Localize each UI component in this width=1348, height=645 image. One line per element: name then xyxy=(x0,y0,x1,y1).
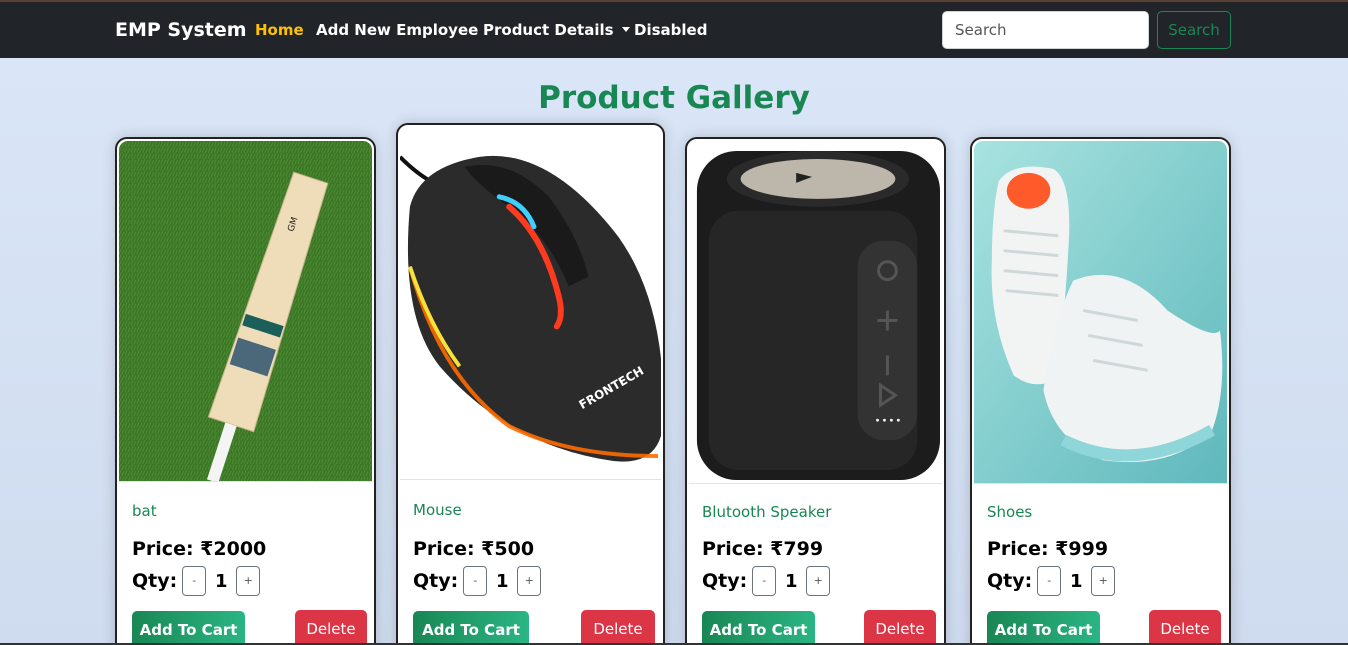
qty-value: 1 xyxy=(1069,570,1083,592)
add-to-cart-button[interactable]: Add To Cart xyxy=(987,611,1100,645)
product-card-mouse: FRONTECH Mouse Price: ₹500 Qty: - 1 + Ad… xyxy=(396,123,665,645)
decrement-button[interactable]: - xyxy=(182,566,207,596)
product-image[interactable]: GM xyxy=(119,141,372,482)
decrement-button[interactable]: - xyxy=(1037,566,1062,596)
nav-dropdown-label: Product Details xyxy=(483,21,614,39)
nav-link-add-new-employee[interactable]: Add New Employee xyxy=(316,21,478,39)
navbar: EMP System Home Add New Employee Product… xyxy=(0,2,1348,58)
product-card-bat: GM bat Price: ₹2000 Qty: - 1 + Add To Ca… xyxy=(115,137,376,645)
nav-dropdown-product-details[interactable]: Product Details xyxy=(483,21,630,39)
brand-logo[interactable]: EMP System xyxy=(115,19,247,41)
cricket-bat-icon: GM xyxy=(119,141,372,481)
qty-value: 1 xyxy=(214,570,228,592)
speaker-icon xyxy=(689,141,942,483)
qty-label: Qty: xyxy=(702,570,748,592)
product-image[interactable] xyxy=(974,141,1227,484)
delete-button[interactable]: Delete xyxy=(1149,610,1221,645)
product-price: Price: ₹999 xyxy=(987,538,1109,560)
mouse-icon: FRONTECH xyxy=(400,127,661,479)
nav-link-disabled[interactable]: Disabled xyxy=(634,21,707,39)
search-input[interactable] xyxy=(942,11,1149,49)
increment-button[interactable]: + xyxy=(806,566,831,596)
qty-label: Qty: xyxy=(987,570,1033,592)
qty-value: 1 xyxy=(784,570,798,592)
product-image[interactable]: FRONTECH xyxy=(400,127,661,480)
qty-label: Qty: xyxy=(132,570,178,592)
add-to-cart-button[interactable]: Add To Cart xyxy=(413,611,529,645)
quantity-stepper: Qty: - 1 + xyxy=(132,566,261,596)
delete-button[interactable]: Delete xyxy=(581,610,655,645)
qty-label: Qty: xyxy=(413,570,459,592)
page-title: Product Gallery xyxy=(538,80,810,116)
product-name: Mouse xyxy=(413,501,462,519)
product-name: Blutooth Speaker xyxy=(702,503,832,521)
product-image[interactable] xyxy=(689,141,942,484)
search-button[interactable]: Search xyxy=(1157,11,1231,49)
quantity-stepper: Qty: - 1 + xyxy=(987,566,1116,596)
product-name: bat xyxy=(132,502,157,520)
increment-button[interactable]: + xyxy=(1091,566,1116,596)
qty-value: 1 xyxy=(495,570,509,592)
increment-button[interactable]: + xyxy=(517,566,542,596)
shoes-icon xyxy=(974,141,1227,483)
add-to-cart-button[interactable]: Add To Cart xyxy=(132,611,245,645)
nav-link-home[interactable]: Home xyxy=(255,21,304,39)
quantity-stepper: Qty: - 1 + xyxy=(702,566,831,596)
decrement-button[interactable]: - xyxy=(463,566,488,596)
increment-button[interactable]: + xyxy=(236,566,261,596)
product-price: Price: ₹500 xyxy=(413,538,535,560)
decrement-button[interactable]: - xyxy=(752,566,777,596)
caret-down-icon xyxy=(621,27,630,32)
product-card-bluetooth-speaker: Blutooth Speaker Price: ₹799 Qty: - 1 + … xyxy=(685,137,946,645)
delete-button[interactable]: Delete xyxy=(864,610,936,645)
product-price: Price: ₹799 xyxy=(702,538,824,560)
product-price: Price: ₹2000 xyxy=(132,538,267,560)
add-to-cart-button[interactable]: Add To Cart xyxy=(702,611,815,645)
quantity-stepper: Qty: - 1 + xyxy=(413,566,542,596)
delete-button[interactable]: Delete xyxy=(295,610,367,645)
product-card-shoes: Shoes Price: ₹999 Qty: - 1 + Add To Cart… xyxy=(970,137,1231,645)
product-name: Shoes xyxy=(987,503,1033,521)
